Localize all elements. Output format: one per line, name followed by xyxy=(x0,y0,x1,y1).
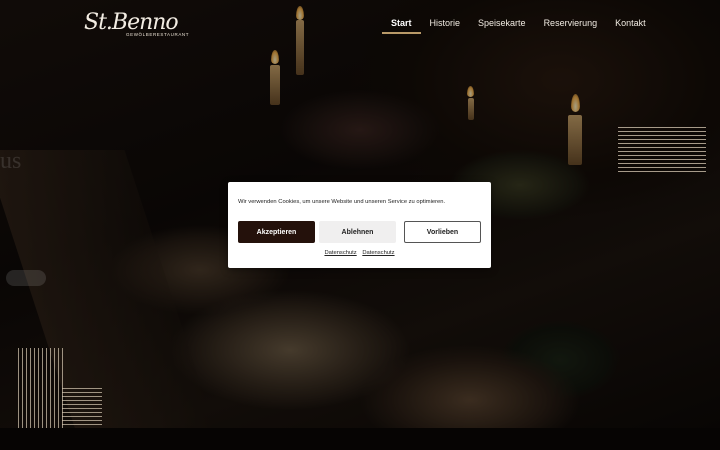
cookie-links: Datenschutz Datenschutz xyxy=(228,250,491,256)
nav-item-historie[interactable]: Historie xyxy=(421,18,470,34)
nav-item-reservierung[interactable]: Reservierung xyxy=(535,18,607,34)
privacy-link-2[interactable]: Datenschutz xyxy=(362,250,394,256)
hero-ghost-button xyxy=(6,270,46,286)
decorative-lines-left-vertical xyxy=(18,348,66,428)
site-logo[interactable]: St.Benno GEWÖLBERESTAURANT xyxy=(84,10,189,44)
cookie-consent-dialog: Wir verwenden Cookies, um unsere Website… xyxy=(228,182,491,268)
decorative-lines-left-horizontal xyxy=(62,388,102,428)
logo-subtitle: GEWÖLBERESTAURANT xyxy=(126,32,190,37)
hero-ghost-heading: us xyxy=(0,148,22,174)
nav-item-start[interactable]: Start xyxy=(382,18,421,34)
accept-cookies-button[interactable]: Akzeptieren xyxy=(238,221,315,243)
decline-cookies-button[interactable]: Ablehnen xyxy=(319,221,396,243)
privacy-link-1[interactable]: Datenschutz xyxy=(324,250,356,256)
nav-item-kontakt[interactable]: Kontakt xyxy=(606,18,655,34)
decorative-lines-right xyxy=(618,127,706,173)
page: us St.Benno GEWÖLBERESTAURANT Start Hist… xyxy=(0,0,720,450)
main-navigation: Start Historie Speisekarte Reservierung … xyxy=(382,18,655,34)
cookie-preferences-button[interactable]: Vorlieben xyxy=(404,221,481,243)
cookie-message: Wir verwenden Cookies, um unsere Website… xyxy=(238,199,446,205)
nav-item-speisekarte[interactable]: Speisekarte xyxy=(469,18,535,34)
